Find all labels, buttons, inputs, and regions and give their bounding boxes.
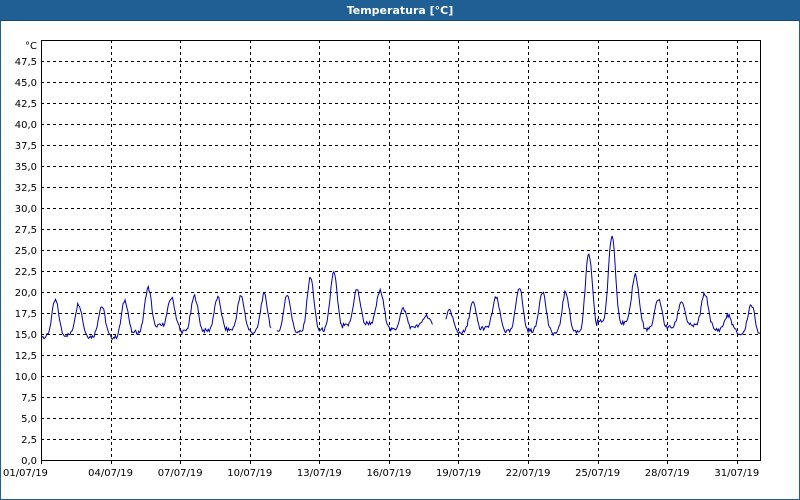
x-tick-label: 22/07/19 — [506, 468, 551, 479]
y-tick-label: 7,5 — [21, 393, 37, 404]
x-tick-label: 19/07/19 — [436, 468, 481, 479]
y-tick-label: 5,0 — [21, 414, 37, 425]
x-tick-label: 13/07/19 — [297, 468, 342, 479]
series — [40, 235, 761, 340]
y-tick-label: 0,0 — [21, 456, 37, 467]
y-tick-label: 42,5 — [15, 99, 37, 110]
y-tick-label: 10,0 — [15, 372, 37, 383]
y-tick-label: 45,0 — [15, 78, 37, 89]
y-tick-label: 17,5 — [15, 309, 37, 320]
y-tick-label: 15,0 — [15, 330, 37, 341]
axes — [41, 40, 761, 464]
x-tick-label: 31/07/19 — [714, 468, 759, 479]
y-tick-label: 37,5 — [15, 141, 37, 152]
x-tick-label: 25/07/19 — [575, 468, 620, 479]
chart-title: Temperatura [°C] — [0, 0, 800, 21]
chart-panel: 0,0 2,5 5,0 7,5 10,0 12,5 15,0 17,5 20,0 22,5 25,0… — [0, 21, 800, 500]
y-tick-label: 30,0 — [15, 204, 37, 215]
x-tick-label: 07/07/19 — [158, 468, 203, 479]
grid — [41, 40, 760, 460]
temperature-series-line — [276, 270, 433, 334]
y-tick-label: 47,5 — [15, 57, 37, 68]
y-tick-label: 20,0 — [15, 288, 37, 299]
y-tick-label: 12,5 — [15, 351, 37, 362]
y-tick-label: 35,0 — [15, 162, 37, 173]
y-tick-label: 25,0 — [15, 246, 37, 257]
y-tick-label: 40,0 — [15, 120, 37, 131]
tick-labels: 0,0 2,5 5,0 7,5 10,0 12,5 15,0 17,5 20,0 22,5 25,0… — [3, 41, 759, 479]
x-tick-label: 01/07/19 — [3, 468, 48, 479]
temperature-series-line — [40, 284, 272, 340]
y-tick-label: 22,5 — [15, 267, 37, 278]
x-tick-label: 04/07/19 — [88, 468, 133, 479]
x-tick-label: 10/07/19 — [227, 468, 272, 479]
temperature-chart: 0,0 2,5 5,0 7,5 10,0 12,5 15,0 17,5 20,0 22,5 25,0… — [3, 40, 761, 479]
y-tick-label: 27,5 — [15, 225, 37, 236]
x-tick-label: 28/07/19 — [645, 468, 690, 479]
y-tick-label: 32,5 — [15, 183, 37, 194]
y-tick-label: 2,5 — [21, 435, 37, 446]
y-axis-unit: °C — [25, 41, 37, 52]
x-tick-label: 16/07/19 — [366, 468, 411, 479]
